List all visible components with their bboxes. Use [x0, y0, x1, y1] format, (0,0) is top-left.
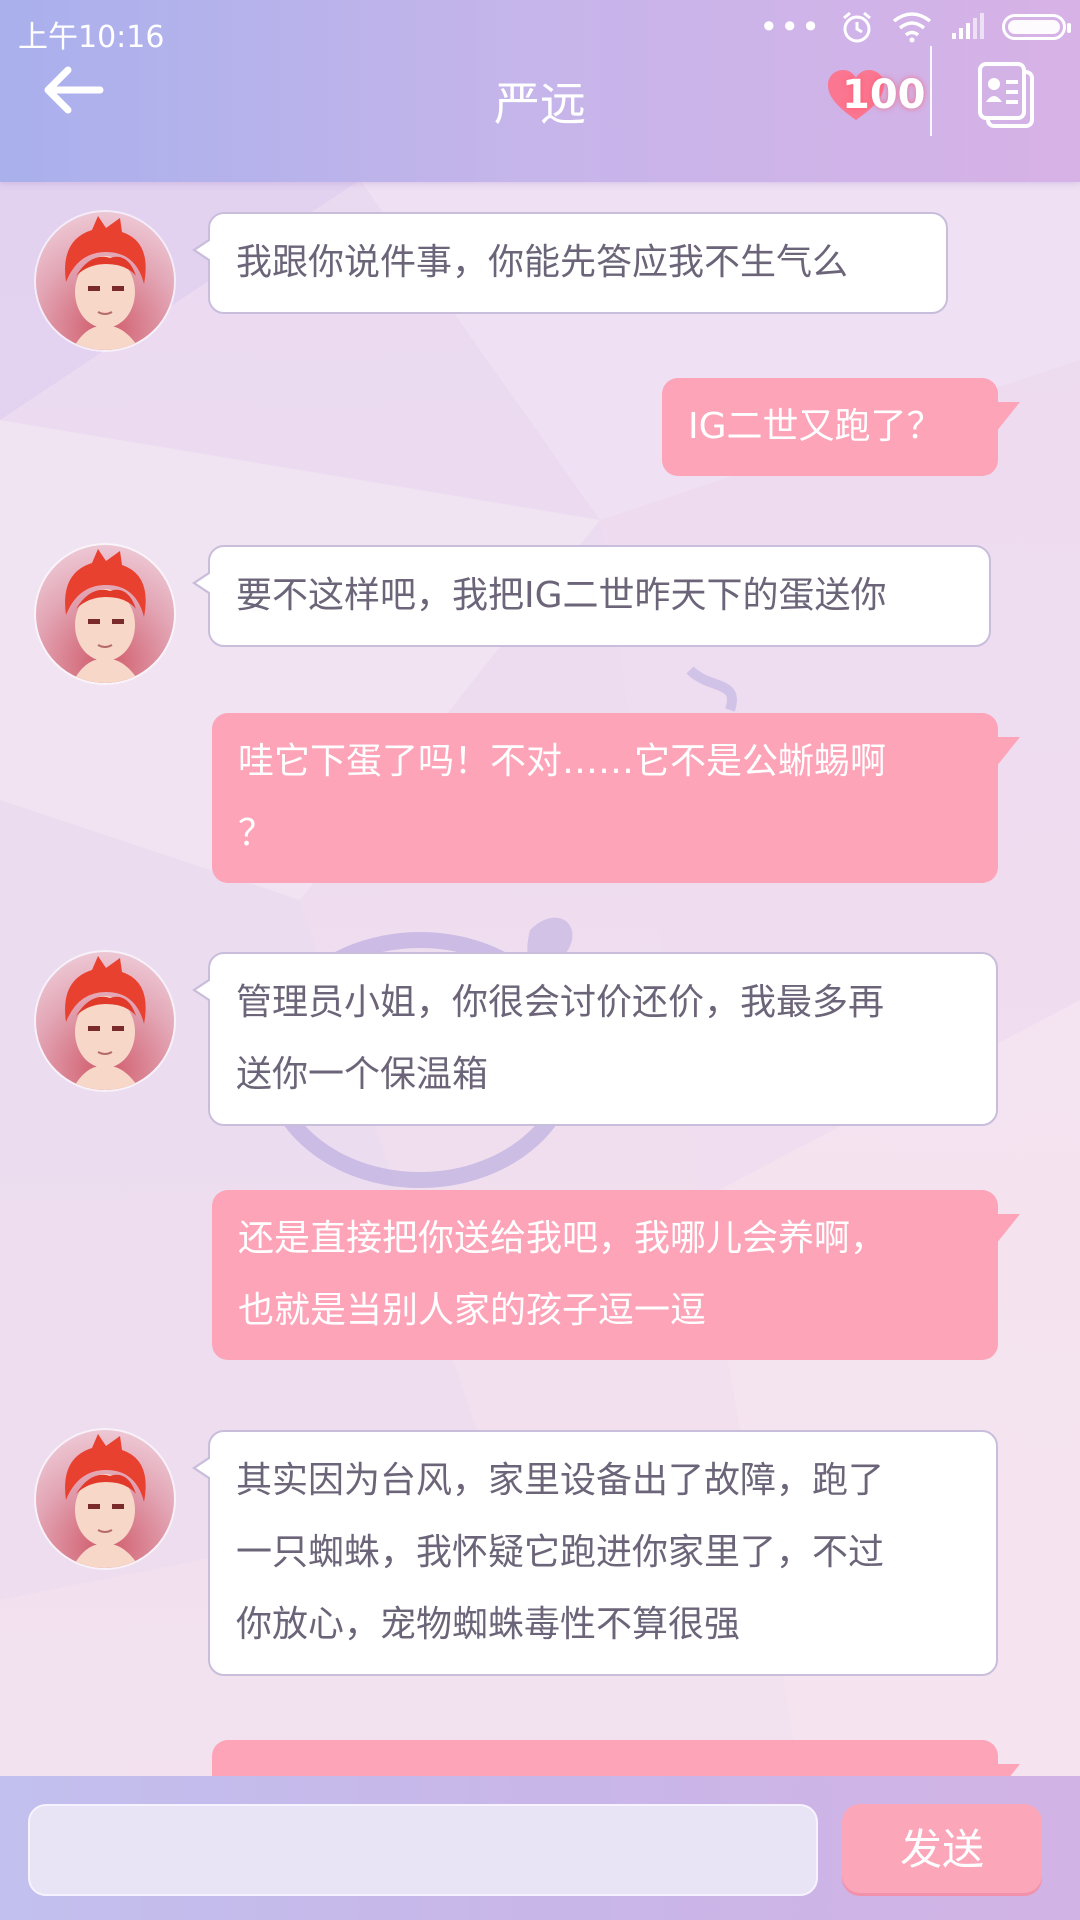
battery-icon: [1002, 14, 1071, 40]
avatar-portrait-icon: [65, 216, 146, 350]
message-bubble: 其实因为台风，家里设备出了故障，跑了 一只蜘蛛，我怀疑它跑进你家里了，不过 你放…: [192, 1430, 998, 1676]
status-bar: 上午10:16 •••: [0, 0, 1080, 60]
avatar-portrait-icon: [65, 1434, 146, 1568]
more-dots: •••: [759, 8, 822, 46]
contact-card-icon[interactable]: [976, 62, 1038, 128]
affection-indicator: 100: [826, 64, 936, 128]
contact-avatar[interactable]: [36, 545, 174, 683]
message-text: 其实因为台风，家里设备出了故障，跑了: [236, 1460, 885, 1501]
message-bubble: 我跟你说件事，你能先答应我不生气么: [192, 212, 948, 314]
send-button[interactable]: 发送: [842, 1804, 1042, 1896]
composer-bar: 发送: [0, 1776, 1080, 1920]
chat-header: 上午10:16 ••• 严远 100: [0, 0, 1080, 182]
status-icons: •••: [759, 8, 1071, 46]
message-bubble: IG二世又跑了？: [662, 378, 1020, 476]
message-bubble: 还是直接把你送给我吧，我哪儿会养啊， 也就是当别人家的孩子逗一逗: [212, 1190, 1020, 1360]
avatar-portrait-icon: [65, 956, 146, 1090]
header-divider: [930, 46, 932, 136]
message-text: 管理员小姐，你很会讨价还价，我最多再: [236, 982, 885, 1023]
contact-avatar[interactable]: [36, 212, 174, 350]
message-text: 我跟你说件事，你能先答应我不生气么: [236, 242, 849, 283]
message-text: 你放心，宠物蜘蛛毒性不算很强: [236, 1604, 741, 1645]
contact-avatar[interactable]: [36, 1430, 174, 1568]
signal-icon: [952, 13, 984, 39]
message-text: IG二世又跑了？: [688, 406, 943, 447]
message-text: 一只蜘蛛，我怀疑它跑进你家里了，不过: [236, 1532, 885, 1573]
message-text: 要不这样吧，我把IG二世昨天下的蛋送你: [236, 575, 887, 616]
affection-count: 100: [842, 72, 926, 118]
alarm-icon: [843, 11, 871, 43]
message-text: 哇它下蛋了吗！不对……它不是公蜥蜴啊: [238, 741, 887, 782]
message-bubble: 哇它下蛋了吗！不对……它不是公蜥蜴啊 ？: [212, 713, 1020, 883]
message-text: 送你一个保温箱: [236, 1054, 489, 1095]
message-text: 也就是当别人家的孩子逗一逗: [238, 1290, 707, 1331]
contact-avatar[interactable]: [36, 952, 174, 1090]
message-bubble: 管理员小姐，你很会讨价还价，我最多再 送你一个保温箱: [192, 952, 998, 1126]
message-text: 还是直接把你送给我吧，我哪儿会养啊，: [238, 1218, 887, 1259]
wifi-icon: [892, 12, 932, 43]
message-bubble: 要不这样吧，我把IG二世昨天下的蛋送你: [192, 545, 991, 647]
avatar-portrait-icon: [65, 549, 146, 683]
message-text: ？: [238, 813, 275, 854]
status-time: 上午10:16: [18, 20, 165, 55]
message-input[interactable]: [28, 1804, 818, 1896]
